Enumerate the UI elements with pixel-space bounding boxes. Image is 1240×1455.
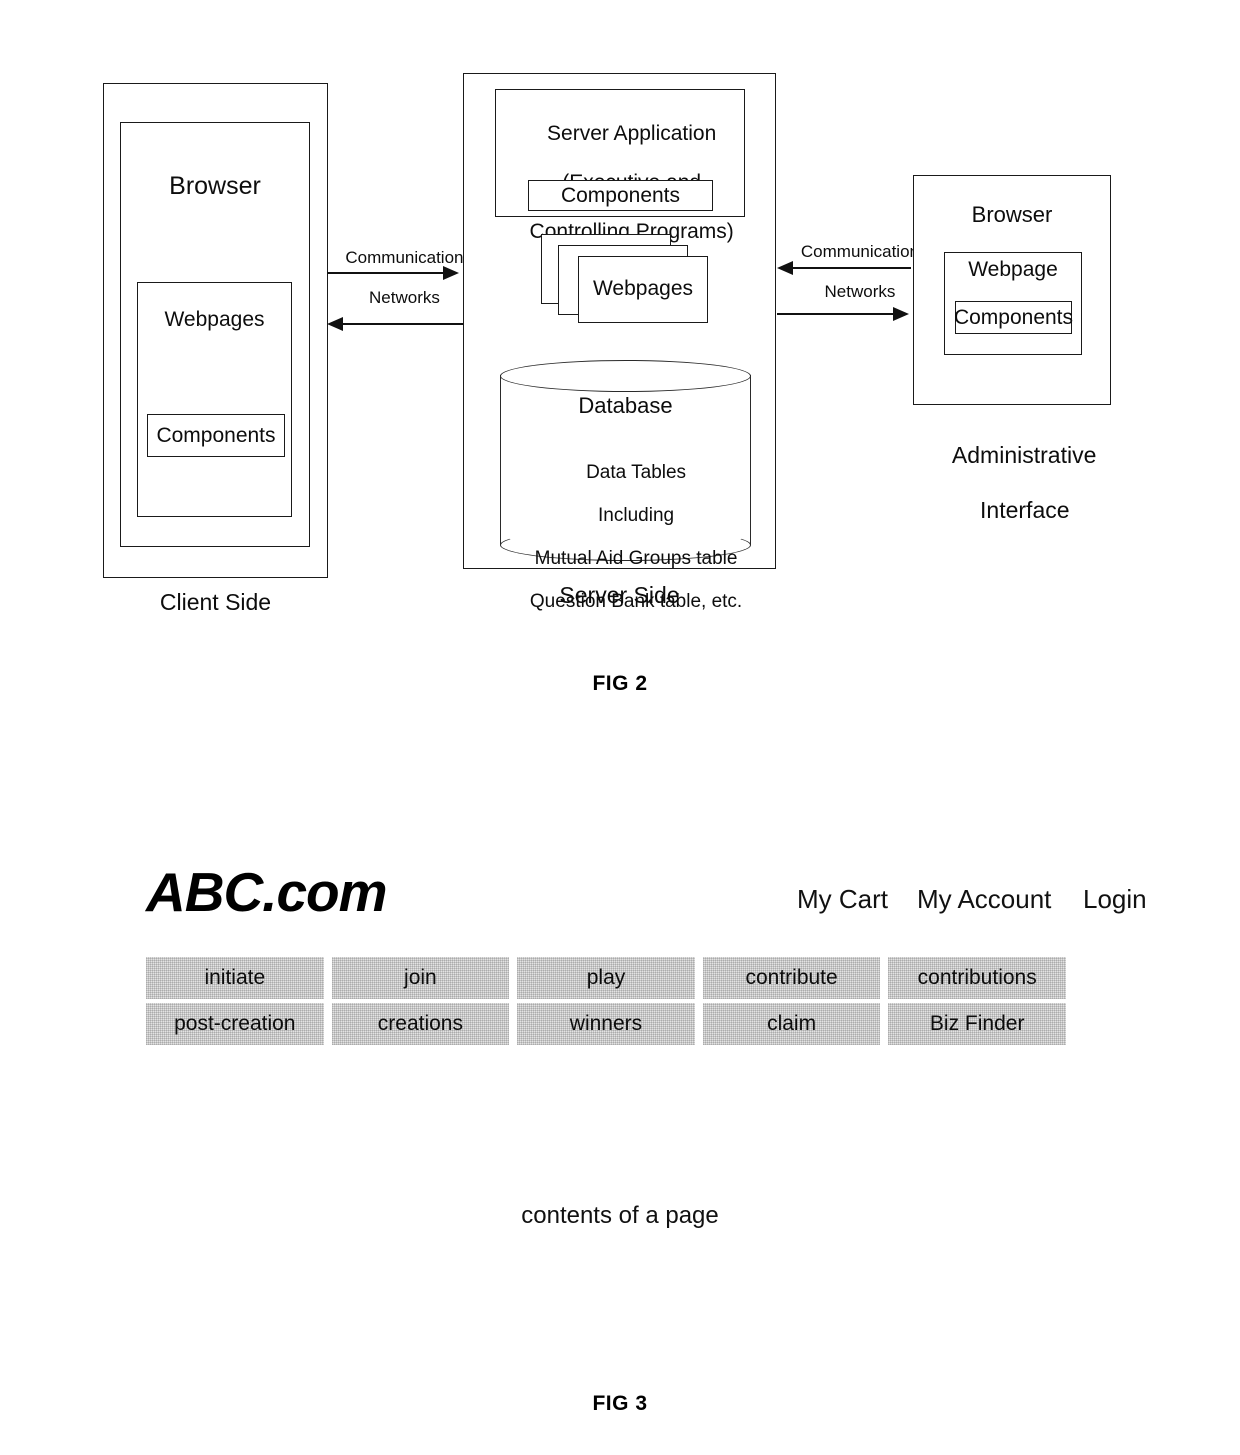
- nav-tab-contributions[interactable]: contributions: [888, 957, 1066, 999]
- right-comm-line2: Networks: [824, 282, 896, 302]
- database-title-label: Database: [578, 393, 673, 418]
- left-arrow-to-client-line: [343, 323, 463, 325]
- server-app-line1: Server Application: [547, 121, 717, 145]
- my-account-link[interactable]: My Account: [917, 884, 1051, 915]
- admin-interface-caption: Administrative Interface: [913, 414, 1111, 552]
- client-webpages-label: Webpages: [164, 308, 265, 331]
- right-arrow-to-admin-line: [777, 313, 895, 315]
- database-line1: Data Tables: [586, 462, 687, 484]
- nav-tab-biz-finder[interactable]: Biz Finder: [888, 1003, 1066, 1045]
- right-arrow-to-server-line: [793, 267, 911, 269]
- left-arrow-to-server-head: [443, 266, 459, 280]
- main-navigation: initiate join play contribute contributi…: [146, 957, 1066, 1045]
- database-line3: Mutual Aid Groups table: [534, 548, 738, 570]
- admin-browser-label: Browser: [971, 202, 1053, 227]
- admin-webpage-label: Webpage: [968, 258, 1058, 281]
- server-app-components-label: Components: [560, 184, 681, 207]
- admin-components-label: Components: [953, 306, 1074, 329]
- database-line2: Including: [598, 505, 675, 527]
- figure-2-caption: FIG 2: [592, 672, 648, 695]
- database-cylinder-top: [500, 360, 751, 392]
- my-cart-link[interactable]: My Cart: [797, 884, 888, 915]
- admin-caption-line2: Interface: [980, 496, 1070, 523]
- nav-tab-play[interactable]: play: [517, 957, 695, 999]
- client-components-label: Components: [156, 424, 276, 447]
- admin-caption-line1: Administrative: [951, 441, 1097, 468]
- client-side-caption: Client Side: [159, 589, 272, 615]
- right-arrow-to-server-head: [777, 261, 793, 275]
- figure-3-caption: FIG 3: [592, 1392, 648, 1415]
- nav-tab-claim[interactable]: claim: [702, 1003, 881, 1045]
- server-side-caption: Server Side: [559, 582, 680, 608]
- client-browser-label: Browser: [169, 172, 261, 200]
- nav-tab-winners[interactable]: winners: [517, 1003, 695, 1045]
- nav-tab-contribute[interactable]: contribute: [702, 957, 881, 999]
- nav-tab-initiate[interactable]: initiate: [146, 957, 324, 999]
- nav-tab-join[interactable]: join: [331, 957, 510, 999]
- login-link[interactable]: Login: [1083, 884, 1147, 915]
- left-arrow-to-server-line: [327, 272, 447, 274]
- left-comm-line2: Networks: [369, 288, 440, 308]
- server-webpages-label: Webpages: [592, 277, 694, 300]
- left-arrow-to-client-head: [327, 317, 343, 331]
- left-comm-line1: Communication: [345, 248, 464, 268]
- right-comm-line1: Communication: [800, 242, 919, 262]
- nav-tab-post-creation[interactable]: post-creation: [146, 1003, 324, 1045]
- site-logo[interactable]: ABC.com: [146, 860, 388, 924]
- page-contents-placeholder: contents of a page: [521, 1202, 719, 1229]
- nav-tab-creations[interactable]: creations: [331, 1003, 510, 1045]
- right-arrow-to-admin-head: [893, 307, 909, 321]
